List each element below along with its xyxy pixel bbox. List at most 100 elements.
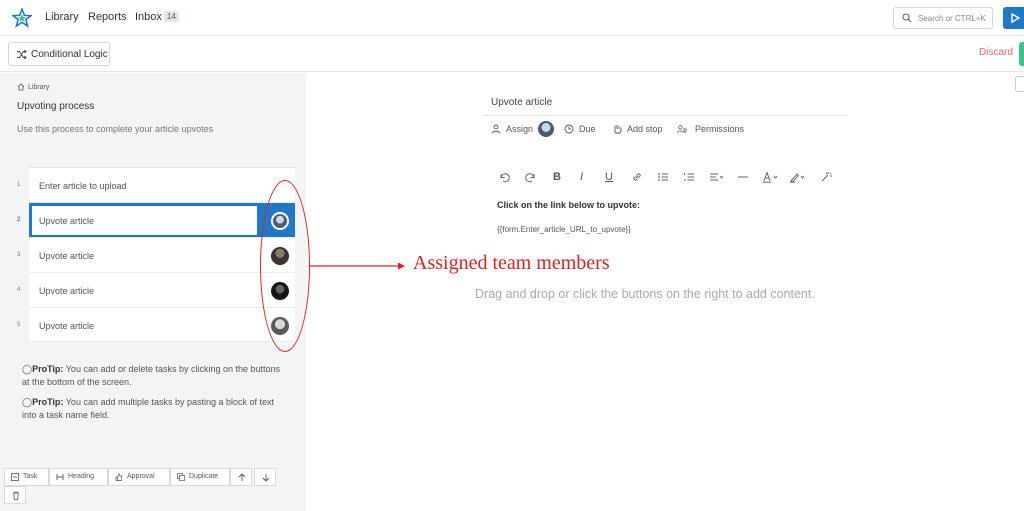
due-label: Due bbox=[579, 124, 596, 134]
hand-icon bbox=[614, 125, 622, 134]
task-list: 1 Enter article to upload Upvote article… bbox=[17, 167, 295, 342]
user-icon bbox=[491, 124, 501, 134]
search-input[interactable]: Search or CTRL+K bbox=[893, 7, 993, 29]
bullet-list-icon[interactable] bbox=[657, 171, 669, 183]
add-task-button[interactable]: Task bbox=[4, 468, 49, 486]
discard-button[interactable]: Discard bbox=[979, 47, 1013, 58]
numbered-list-icon[interactable] bbox=[683, 171, 695, 183]
annotation-label: Assigned team members bbox=[413, 252, 610, 274]
protip: ◯ProTip: You can add multiple tasks by p… bbox=[22, 396, 282, 422]
task-icon bbox=[11, 473, 19, 481]
lightbulb-icon: ◯ bbox=[22, 397, 33, 407]
task-row[interactable]: 3 Upvote article bbox=[17, 237, 295, 272]
task-action-bar: Task Heading Approval Duplicate bbox=[4, 468, 304, 511]
user-shield-icon bbox=[677, 125, 687, 134]
task-number: 3 bbox=[17, 252, 21, 258]
breadcrumb[interactable]: Library bbox=[17, 83, 50, 91]
text-color-icon[interactable] bbox=[762, 171, 780, 183]
task-number: 5 bbox=[17, 322, 21, 328]
process-title[interactable]: Upvoting process bbox=[17, 101, 94, 112]
add-task-label: Task bbox=[23, 473, 38, 480]
inbox-label: Inbox bbox=[135, 11, 162, 23]
lightbulb-icon: ◯ bbox=[22, 364, 33, 374]
protip: ◯ProTip: You can add or delete tasks by … bbox=[22, 363, 282, 389]
task-name-input[interactable]: Upvote article bbox=[32, 206, 257, 235]
redo-icon[interactable] bbox=[525, 171, 537, 183]
delete-button[interactable] bbox=[4, 486, 26, 504]
align-dropdown-icon[interactable] bbox=[709, 171, 725, 183]
protip-label: ProTip: bbox=[32, 364, 64, 374]
task-row[interactable]: 4 Upvote article bbox=[17, 272, 295, 307]
search-placeholder: Search or CTRL+K bbox=[918, 14, 986, 23]
assignee-avatar[interactable] bbox=[538, 121, 554, 137]
task-number: 1 bbox=[17, 182, 21, 188]
arrow-down-icon bbox=[262, 474, 270, 482]
task-number: 2 bbox=[17, 217, 21, 223]
conditional-logic-label: Conditional Logic bbox=[31, 49, 108, 60]
divider-icon[interactable] bbox=[737, 171, 749, 183]
task-name: Upvote article bbox=[39, 251, 95, 261]
assign-label: Assign bbox=[506, 124, 534, 134]
move-up-button[interactable] bbox=[230, 468, 252, 486]
process-description[interactable]: Use this process to complete your articl… bbox=[17, 124, 213, 134]
clock-icon bbox=[564, 124, 574, 134]
task-name: Upvote article bbox=[39, 286, 95, 296]
add-approval-label: Approval bbox=[127, 473, 155, 480]
run-button[interactable] bbox=[1003, 7, 1024, 29]
trash-icon bbox=[13, 491, 19, 500]
task-row-selected[interactable]: Upvote article 2 bbox=[17, 202, 295, 237]
nav-inbox-link[interactable]: Inbox 14 bbox=[135, 11, 179, 23]
content-instruction[interactable]: Click on the link below to upvote: bbox=[497, 200, 640, 210]
undo-icon[interactable] bbox=[498, 171, 510, 183]
nav-library-link[interactable]: Library bbox=[45, 11, 79, 23]
add-stop-label: Add stop bbox=[627, 124, 663, 134]
play-icon bbox=[1011, 12, 1021, 24]
magic-wand-icon[interactable] bbox=[820, 171, 832, 183]
content-variable[interactable]: {{form.Enter_article_URL_to_upvote}} bbox=[497, 225, 631, 234]
annotation-arrow-icon bbox=[310, 262, 405, 270]
task-name: Upvote article bbox=[39, 216, 95, 226]
add-stop-button[interactable]: Add stop bbox=[612, 124, 663, 134]
due-button[interactable]: Due bbox=[564, 124, 596, 134]
process-panel: Library Upvoting process Use this proces… bbox=[0, 73, 306, 511]
heading-icon bbox=[56, 474, 64, 480]
duplicate-icon bbox=[177, 473, 185, 481]
task-number: 4 bbox=[17, 287, 21, 293]
task-row[interactable]: 1 Enter article to upload bbox=[17, 167, 295, 202]
inbox-count-badge: 14 bbox=[163, 11, 179, 22]
permissions-button[interactable]: Permissions bbox=[677, 124, 744, 134]
thumbs-up-icon bbox=[115, 473, 123, 481]
empty-content-hint: Drag and drop or click the buttons on th… bbox=[475, 287, 815, 301]
task-name: Upvote article bbox=[39, 321, 95, 331]
italic-icon[interactable]: I bbox=[580, 171, 592, 183]
conditional-logic-button[interactable]: Conditional Logic bbox=[8, 42, 110, 66]
permissions-label: Permissions bbox=[695, 124, 745, 134]
task-name: Enter article to upload bbox=[39, 181, 127, 191]
title-divider bbox=[483, 115, 847, 116]
underline-icon[interactable]: U bbox=[605, 171, 617, 183]
assign-button[interactable]: Assign bbox=[491, 124, 533, 134]
link-icon[interactable] bbox=[631, 171, 643, 183]
add-approval-button[interactable]: Approval bbox=[108, 468, 170, 486]
nav-reports-link[interactable]: Reports bbox=[88, 11, 127, 23]
annotation-ellipse bbox=[260, 180, 310, 352]
arrow-up-icon bbox=[238, 473, 246, 481]
duplicate-label: Duplicate bbox=[189, 473, 219, 480]
task-row[interactable]: 5 Upvote article bbox=[17, 307, 295, 342]
shuffle-icon bbox=[17, 49, 27, 60]
protip-label: ProTip: bbox=[32, 397, 64, 407]
save-button-edge[interactable] bbox=[1019, 42, 1024, 66]
duplicate-button[interactable]: Duplicate bbox=[170, 468, 230, 486]
highlight-icon[interactable] bbox=[789, 171, 807, 183]
task-title[interactable]: Upvote article bbox=[491, 97, 552, 108]
add-heading-label: Heading bbox=[68, 473, 95, 480]
star-logo-icon[interactable] bbox=[12, 8, 32, 28]
bold-icon[interactable]: B bbox=[553, 171, 565, 183]
top-navigation: Library Reports Inbox 14 Search or CTRL+K bbox=[0, 0, 1024, 36]
side-panel-toggle[interactable] bbox=[1015, 76, 1024, 92]
breadcrumb-library: Library bbox=[28, 84, 50, 91]
move-down-button[interactable] bbox=[254, 468, 276, 486]
editor-toolbar: Conditional Logic bbox=[0, 36, 1024, 72]
add-heading-button[interactable]: Heading bbox=[49, 468, 108, 486]
search-icon bbox=[902, 13, 912, 23]
